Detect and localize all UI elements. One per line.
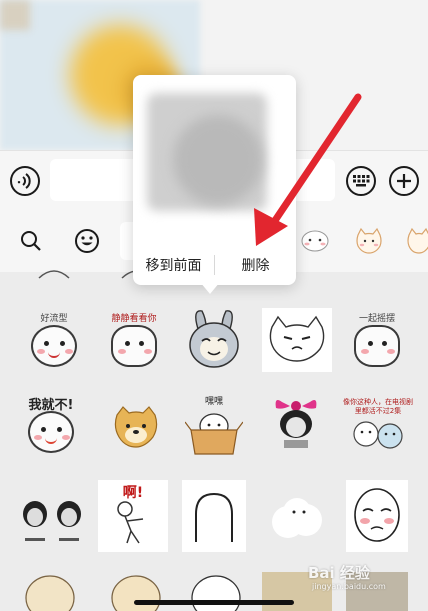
sticker-cell[interactable] — [346, 480, 408, 552]
blurred-corner — [0, 0, 30, 30]
shy-face-sticker-icon — [354, 488, 400, 542]
plus-icon — [397, 174, 411, 188]
fluffy-sticker-icon — [272, 498, 322, 538]
delete-button[interactable]: 删除 — [215, 255, 296, 275]
sticker-caption: 像你这种人，在电视剧里都活不过2集 — [343, 398, 413, 415]
sticker-cell[interactable] — [262, 306, 332, 374]
keyboard-button[interactable] — [346, 166, 376, 196]
sticker-cell[interactable]: 啊! — [98, 480, 168, 552]
emoji-icon — [75, 229, 99, 253]
bunny-sticker-icon — [189, 310, 239, 368]
cat-sticker-icon — [269, 315, 325, 362]
sticker-cell[interactable] — [182, 306, 246, 374]
more-button[interactable] — [389, 166, 419, 196]
voice-button[interactable] — [10, 166, 40, 196]
bears-sticker-icon — [353, 421, 403, 449]
sticker-cell[interactable]: 嘿嘿 — [182, 392, 246, 460]
sticker-pack-icon — [301, 230, 329, 252]
sticker-preview-blur — [173, 115, 263, 205]
sticker-caption: 嘿嘿 — [204, 396, 223, 407]
sticker-cell[interactable] — [18, 568, 82, 611]
sticker-caption: 一起摇摆 — [358, 313, 395, 324]
sticker-cell[interactable] — [16, 486, 88, 554]
watermark-text: Bai 经验 — [308, 564, 370, 582]
tab-search[interactable] — [12, 222, 50, 260]
voice-icon — [17, 173, 31, 189]
sticker-context-popup: 移到前面 删除 — [133, 75, 296, 285]
tab-sticker-pack-1[interactable] — [296, 222, 334, 260]
box-cat-sticker-icon — [185, 412, 243, 455]
sticker-image — [182, 480, 246, 552]
sticker-cell[interactable] — [182, 480, 246, 552]
home-indicator — [134, 600, 294, 605]
tab-sticker-pack-3[interactable] — [400, 222, 428, 260]
sticker-caption: 我就不! — [28, 397, 74, 413]
doge-sticker-icon — [114, 406, 158, 448]
watermark-subtext: jingyan.baidu.com — [312, 582, 386, 591]
sticker-cell[interactable]: 像你这种人，在电视剧里都活不过2集 — [342, 392, 414, 460]
sticker-grid: 好流型 静静看看你 一起摇摆 我就不! 嘿嘿 像你这种人，在电视剧里都活不过2集… — [0, 270, 428, 611]
search-icon — [21, 231, 41, 251]
sticker-cell[interactable]: 静静看看你 — [102, 306, 166, 374]
stick-figure-sticker-icon — [117, 500, 144, 543]
sticker-face — [354, 324, 400, 367]
sticker-caption: 啊! — [122, 484, 144, 501]
tab-emoji[interactable] — [68, 222, 106, 260]
popup-actions: 移到前面 删除 — [133, 251, 296, 279]
sticker-cell[interactable] — [22, 262, 86, 282]
two-faces-sticker-icon — [23, 501, 81, 541]
sticker-cell[interactable]: 我就不! — [16, 392, 86, 460]
sticker-image — [262, 308, 332, 372]
sticker-face — [31, 324, 77, 367]
cat-sticker-icon — [407, 227, 428, 254]
arch-sticker-icon — [195, 492, 233, 542]
sticker-caption: 好流型 — [40, 313, 68, 324]
sticker-cell[interactable] — [264, 390, 328, 458]
sticker-face — [111, 324, 157, 367]
sticker-cell[interactable] — [104, 394, 168, 462]
popup-tail — [200, 282, 220, 294]
bow-girl-sticker-icon — [275, 400, 317, 448]
keyboard-icon — [353, 175, 370, 187]
move-to-front-button[interactable]: 移到前面 — [133, 255, 214, 275]
sticker-image: 啊! — [98, 480, 168, 552]
sticker-face — [28, 410, 74, 453]
sticker-cell[interactable]: 一起摇摆 — [345, 306, 409, 374]
tab-sticker-pack-2[interactable] — [350, 222, 388, 260]
sticker-cell[interactable]: 好流型 — [22, 306, 86, 374]
sticker-cell[interactable] — [262, 486, 332, 554]
cat-sticker-icon — [356, 227, 382, 254]
sticker-caption: 静静看看你 — [111, 313, 157, 324]
sticker-image — [346, 480, 408, 552]
